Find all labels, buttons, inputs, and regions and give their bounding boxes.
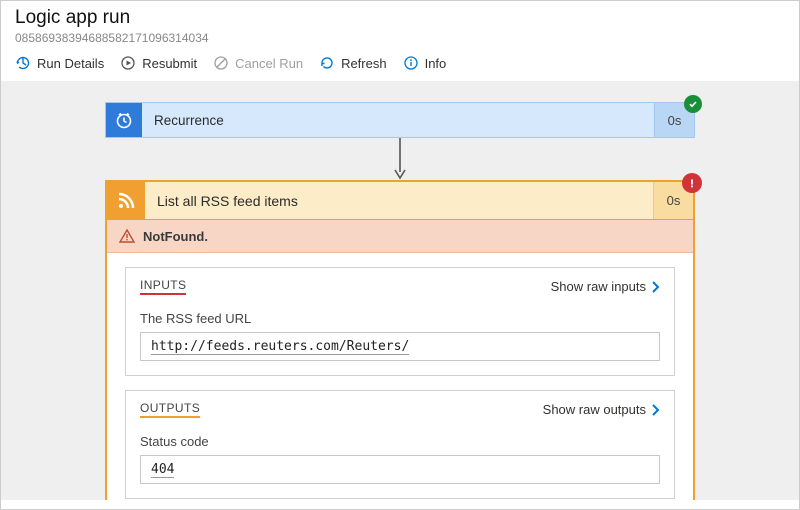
clock-icon bbox=[106, 103, 142, 137]
info-icon bbox=[403, 55, 419, 71]
error-message: NotFound. bbox=[143, 229, 208, 244]
error-badge-icon bbox=[682, 173, 702, 193]
toolbar: Run Details Resubmit Cancel Run Refresh … bbox=[1, 47, 799, 82]
inputs-body: The RSS feed URL http://feeds.reuters.co… bbox=[126, 311, 674, 375]
show-raw-inputs-label: Show raw inputs bbox=[551, 279, 646, 294]
inputs-section: INPUTS Show raw inputs The RSS feed URL … bbox=[125, 267, 675, 376]
info-button[interactable]: Info bbox=[403, 55, 447, 71]
cancel-run-button: Cancel Run bbox=[213, 55, 303, 71]
error-strip: NotFound. bbox=[107, 220, 693, 253]
show-raw-outputs-link[interactable]: Show raw outputs bbox=[543, 402, 660, 417]
chevron-right-icon bbox=[650, 281, 660, 293]
refresh-button[interactable]: Refresh bbox=[319, 55, 387, 71]
run-id: 08586938394688582171096314034 bbox=[15, 31, 785, 45]
connector-arrow bbox=[105, 138, 695, 180]
outputs-header: OUTPUTS Show raw outputs bbox=[126, 391, 674, 426]
trigger-card-recurrence[interactable]: Recurrence 0s bbox=[105, 102, 695, 138]
trigger-title: Recurrence bbox=[142, 103, 654, 137]
show-raw-inputs-link[interactable]: Show raw inputs bbox=[551, 279, 660, 294]
designer-canvas[interactable]: Recurrence 0s List all RSS feed items 0s bbox=[1, 82, 799, 500]
history-icon bbox=[15, 55, 31, 71]
outputs-section: OUTPUTS Show raw outputs Status code 404 bbox=[125, 390, 675, 499]
status-code-label: Status code bbox=[140, 434, 660, 449]
refresh-icon bbox=[319, 55, 335, 71]
outputs-body: Status code 404 bbox=[126, 434, 674, 498]
refresh-label: Refresh bbox=[341, 56, 387, 71]
outputs-heading: OUTPUTS bbox=[140, 401, 200, 418]
canvas-inner: Recurrence 0s List all RSS feed items 0s bbox=[105, 102, 695, 500]
page-title: Logic app run bbox=[15, 7, 785, 29]
run-details-button[interactable]: Run Details bbox=[15, 55, 104, 71]
rss-icon bbox=[107, 182, 145, 219]
run-details-label: Run Details bbox=[37, 56, 104, 71]
cancel-icon bbox=[213, 55, 229, 71]
page-header: Logic app run 08586938394688582171096314… bbox=[1, 1, 799, 47]
inputs-header: INPUTS Show raw inputs bbox=[126, 268, 674, 303]
rss-url-value[interactable]: http://feeds.reuters.com/Reuters/ bbox=[140, 332, 660, 361]
resubmit-button[interactable]: Resubmit bbox=[120, 55, 197, 71]
status-code-value[interactable]: 404 bbox=[140, 455, 660, 484]
action-card-rss[interactable]: List all RSS feed items 0s NotFound. INP… bbox=[105, 180, 695, 500]
inputs-heading: INPUTS bbox=[140, 278, 186, 295]
resubmit-label: Resubmit bbox=[142, 56, 197, 71]
cancel-run-label: Cancel Run bbox=[235, 56, 303, 71]
action-title: List all RSS feed items bbox=[145, 182, 653, 219]
success-badge-icon bbox=[684, 95, 702, 113]
warning-triangle-icon bbox=[119, 228, 135, 244]
rss-url-label: The RSS feed URL bbox=[140, 311, 660, 326]
info-label: Info bbox=[425, 56, 447, 71]
show-raw-outputs-label: Show raw outputs bbox=[543, 402, 646, 417]
action-header: List all RSS feed items 0s bbox=[107, 182, 693, 220]
resubmit-icon bbox=[120, 55, 136, 71]
logic-app-run-page: Logic app run 08586938394688582171096314… bbox=[0, 0, 800, 510]
chevron-right-icon bbox=[650, 404, 660, 416]
